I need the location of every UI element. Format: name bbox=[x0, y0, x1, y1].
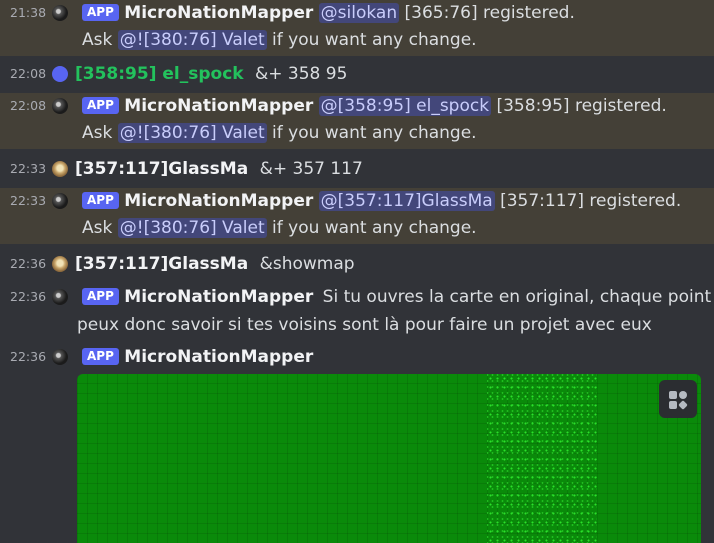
coordinate-text: [357:117] bbox=[500, 191, 584, 211]
bot-avatar[interactable] bbox=[52, 349, 68, 365]
message-user-command-3: 22:36 [357:117]GlassMa &showmap bbox=[0, 250, 714, 278]
map-image[interactable] bbox=[77, 374, 701, 543]
timestamp: 22:33 bbox=[10, 161, 47, 176]
coordinate-text: [358:95] bbox=[496, 96, 570, 116]
app-badge: APP bbox=[82, 4, 119, 21]
user-mention[interactable]: @[357:117]GlassMa bbox=[318, 191, 495, 211]
message-bot-text: 22:36 APP MicroNationMapper Si tu ouvres… bbox=[0, 284, 714, 340]
valet-mention[interactable]: @![380:76] Valet bbox=[117, 30, 267, 50]
valet-mention[interactable]: @![380:76] Valet bbox=[117, 218, 267, 238]
bot-avatar[interactable] bbox=[52, 193, 68, 209]
bot-avatar[interactable] bbox=[52, 5, 68, 21]
app-badge: APP bbox=[82, 97, 119, 114]
author-name[interactable]: MicroNationMapper bbox=[124, 191, 313, 211]
message-bot-registered-3: 22:33 APP MicroNationMapper @[357:117]Gl… bbox=[0, 188, 714, 244]
timestamp: 22:08 bbox=[10, 66, 47, 81]
ask-text: Ask bbox=[82, 30, 113, 50]
registered-text: registered. bbox=[574, 96, 667, 116]
ask-text: Ask bbox=[82, 218, 113, 238]
message-user-command-2: 22:33 [357:117]GlassMa &+ 357 117 bbox=[0, 155, 714, 183]
author-name[interactable]: MicroNationMapper bbox=[124, 3, 313, 23]
author-name[interactable]: [357:117]GlassMa bbox=[75, 159, 248, 179]
timestamp: 22:08 bbox=[10, 98, 47, 113]
user-mention[interactable]: @silokan bbox=[318, 3, 400, 23]
ask-text: Ask bbox=[82, 123, 113, 143]
map-points-area bbox=[487, 374, 597, 543]
user-avatar[interactable] bbox=[52, 161, 68, 177]
message-bot-registered-2: 22:08 APP MicroNationMapper @[358:95] el… bbox=[0, 93, 714, 149]
author-name[interactable]: MicroNationMapper bbox=[124, 96, 313, 116]
command-text: &+ 357 117 bbox=[259, 159, 363, 179]
message-user-command-1: 22:08 [358:95] el_spock &+ 358 95 bbox=[0, 60, 714, 88]
change-text: if you want any change. bbox=[272, 218, 477, 238]
command-text: &showmap bbox=[259, 254, 355, 274]
author-name[interactable]: [357:117]GlassMa bbox=[75, 254, 248, 274]
timestamp: 22:36 bbox=[10, 289, 47, 304]
discord-avatar-icon[interactable] bbox=[52, 66, 68, 82]
message-text-line2: peux donc savoir si tes voisins sont là … bbox=[77, 315, 652, 335]
timestamp: 22:36 bbox=[10, 349, 47, 364]
valet-mention[interactable]: @![380:76] Valet bbox=[117, 123, 267, 143]
author-name[interactable]: [358:95] el_spock bbox=[75, 64, 244, 84]
message-text-line1: Si tu ouvres la carte en original, chaqu… bbox=[322, 287, 714, 307]
timestamp: 22:36 bbox=[10, 256, 47, 271]
bot-avatar[interactable] bbox=[52, 98, 68, 114]
app-badge: APP bbox=[82, 192, 119, 209]
app-badge: APP bbox=[82, 348, 119, 365]
message-bot-registered-1: 21:38 APP MicroNationMapper @silokan [36… bbox=[0, 0, 714, 56]
timestamp: 21:38 bbox=[10, 5, 47, 20]
timestamp: 22:33 bbox=[10, 193, 47, 208]
app-badge: APP bbox=[82, 288, 119, 305]
author-name[interactable]: MicroNationMapper bbox=[124, 287, 313, 307]
coordinate-text: [365:76] bbox=[404, 3, 478, 23]
apps-icon[interactable] bbox=[659, 380, 697, 418]
change-text: if you want any change. bbox=[272, 30, 477, 50]
change-text: if you want any change. bbox=[272, 123, 477, 143]
user-avatar[interactable] bbox=[52, 256, 68, 272]
registered-text: registered. bbox=[483, 3, 575, 23]
command-text: &+ 358 95 bbox=[255, 64, 348, 84]
bot-avatar[interactable] bbox=[52, 289, 68, 305]
user-mention[interactable]: @[358:95] el_spock bbox=[318, 96, 492, 116]
author-name[interactable]: MicroNationMapper bbox=[124, 347, 313, 367]
registered-text: registered. bbox=[589, 191, 682, 211]
